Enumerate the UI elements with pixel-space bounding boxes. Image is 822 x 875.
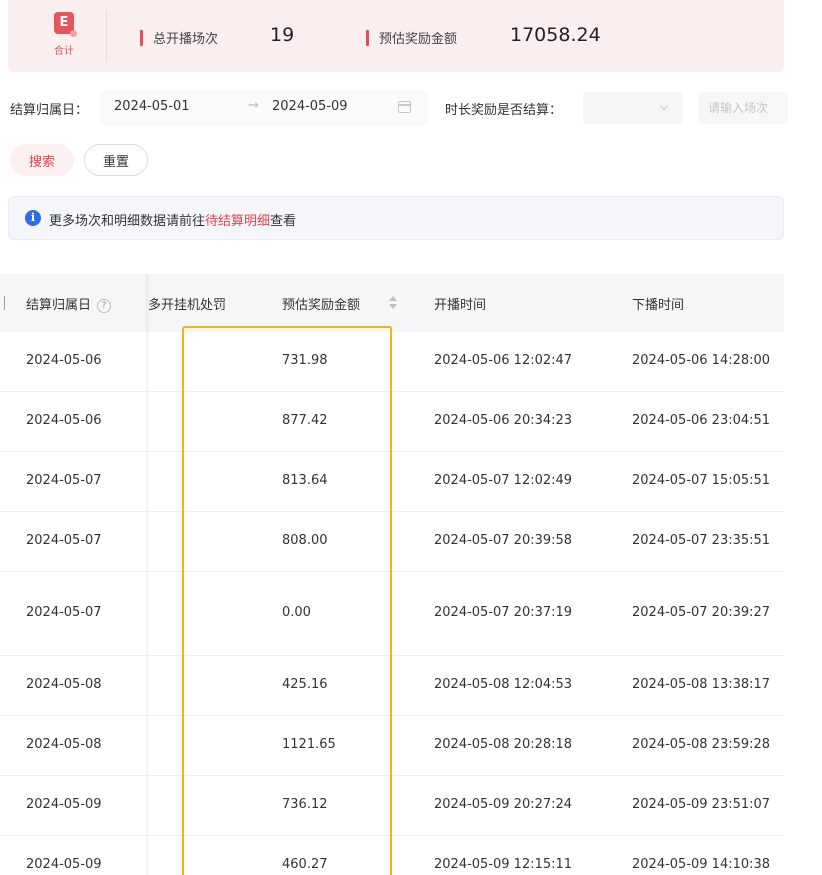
column-header-estimated-reward[interactable]: 预估奖励金额: [282, 294, 360, 313]
cell-start-time: 2024-05-07 12:02:49: [434, 473, 573, 488]
column-resize-handle[interactable]: [4, 296, 5, 310]
total-sessions-label: 总开播场次: [153, 32, 219, 47]
info-notice: i 更多场次和明细数据请前往待结算明细查看: [8, 196, 784, 240]
cell-estimated-reward: 808.00: [282, 533, 328, 548]
cell-end-time: 2024-05-09 14:10:38: [632, 857, 771, 872]
calendar-icon[interactable]: [398, 101, 411, 113]
notice-text-before: 更多场次和明细数据请前往: [49, 214, 206, 229]
search-button[interactable]: 搜索: [10, 144, 74, 176]
table-row: 2024-05-07 0.00 2024-05-07 20:37:19 2024-05…: [0, 572, 784, 656]
report-icon: E: [54, 12, 77, 37]
notice-text-after: 查看: [270, 214, 297, 229]
cell-settlement-date: 2024-05-07: [26, 605, 102, 620]
chevron-down-icon: [659, 101, 669, 111]
cell-end-time: 2024-05-07 23:35:51: [632, 533, 771, 548]
estimated-reward-value: 17058.24: [510, 24, 601, 46]
cell-start-time: 2024-05-06 20:34:23: [434, 413, 573, 428]
cell-start-time: 2024-05-07 20:37:19: [434, 605, 573, 620]
cell-estimated-reward: 731.98: [282, 353, 328, 368]
cell-start-time: 2024-05-08 12:04:53: [434, 677, 573, 692]
table-row: 2024-05-07 813.64 2024-05-07 12:02:49 2024-…: [0, 452, 784, 512]
estimated-reward-label: 预估奖励金额: [379, 32, 458, 47]
total-badge-label: 合计: [54, 46, 74, 57]
cell-end-time: 2024-05-06 23:04:51: [632, 413, 771, 428]
cell-start-time: 2024-05-09 12:15:11: [434, 857, 573, 872]
cell-end-time: 2024-05-07 15:05:51: [632, 473, 771, 488]
help-icon[interactable]: ?: [97, 298, 112, 313]
info-icon: i: [25, 210, 41, 226]
reset-button[interactable]: 重置: [84, 144, 148, 176]
cell-settlement-date: 2024-05-09: [26, 857, 102, 872]
table-row: 2024-05-07 808.00 2024-05-07 20:39:58 2024-…: [0, 512, 784, 572]
cell-settlement-date: 2024-05-09: [26, 797, 102, 812]
table-row: 2024-05-06 877.42 2024-05-06 20:34:23 2024-…: [0, 392, 784, 452]
cell-start-time: 2024-05-09 20:27:24: [434, 797, 573, 812]
cell-start-time: 2024-05-07 20:39:58: [434, 533, 573, 548]
pending-settlement-link[interactable]: 待结算明细: [205, 214, 270, 229]
column-header-start-time: 开播时间: [434, 298, 487, 313]
column-header-label: 结算归属日: [26, 298, 92, 313]
summary-divider: [106, 10, 107, 62]
cell-end-time: 2024-05-06 14:28:00: [632, 353, 771, 368]
cell-settlement-date: 2024-05-08: [26, 737, 102, 752]
column-header-end-time: 下播时间: [632, 298, 685, 313]
cell-estimated-reward: 460.27: [282, 857, 328, 872]
cell-estimated-reward: 736.12: [282, 797, 328, 812]
table-row: 2024-05-08 425.16 2024-05-08 12:04:53 2024-…: [0, 656, 784, 716]
cell-start-time: 2024-05-06 12:02:47: [434, 353, 573, 368]
column-header-settlement-date[interactable]: 结算归属日?: [26, 294, 112, 313]
settlement-date-label: 结算归属日：: [10, 103, 89, 118]
cell-estimated-reward: 1121.65: [282, 737, 336, 752]
duration-settled-select[interactable]: [583, 92, 683, 124]
duration-settled-label: 时长奖励是否结算：: [445, 103, 563, 118]
table-row: 2024-05-09 736.12 2024-05-09 20:27:24 2024-…: [0, 776, 784, 836]
sort-icon[interactable]: [389, 295, 397, 311]
cell-settlement-date: 2024-05-06: [26, 353, 102, 368]
cell-settlement-date: 2024-05-07: [26, 473, 102, 488]
cell-estimated-reward: 0.00: [282, 605, 311, 620]
date-range-picker[interactable]: 2024-05-01 → 2024-05-09: [100, 90, 428, 126]
session-search-input[interactable]: [698, 92, 788, 124]
summary-marker: [366, 30, 369, 46]
cell-end-time: 2024-05-07 20:39:27: [632, 605, 771, 620]
cell-estimated-reward: 813.64: [282, 473, 328, 488]
notice-text: 更多场次和明细数据请前往待结算明细查看: [49, 210, 296, 229]
table-row: 2024-05-06 731.98 2024-05-06 12:02:47 2024-…: [0, 332, 784, 392]
column-header-penalty: 多开挂机处罚: [148, 298, 227, 313]
cell-estimated-reward: 877.42: [282, 413, 328, 428]
total-badge: E 合计: [40, 8, 96, 64]
cell-estimated-reward: 425.16: [282, 677, 328, 692]
cell-settlement-date: 2024-05-08: [26, 677, 102, 692]
cell-end-time: 2024-05-08 13:38:17: [632, 677, 771, 692]
range-arrow-icon: →: [248, 98, 259, 113]
cell-start-time: 2024-05-08 20:28:18: [434, 737, 573, 752]
cell-settlement-date: 2024-05-06: [26, 413, 102, 428]
cell-settlement-date: 2024-05-07: [26, 533, 102, 548]
summary-marker: [140, 30, 143, 46]
table-row: 2024-05-08 1121.65 2024-05-08 20:28:18 2024…: [0, 716, 784, 776]
end-date[interactable]: 2024-05-09: [272, 99, 348, 114]
table-row: 2024-05-09 460.27 2024-05-09 12:15:11 2024-…: [0, 836, 784, 875]
total-sessions-value: 19: [270, 24, 295, 46]
cell-end-time: 2024-05-08 23:59:28: [632, 737, 771, 752]
summary-bar: E 合计 总开播场次 19 预估奖励金额 17058.24: [8, 0, 784, 72]
start-date[interactable]: 2024-05-01: [114, 99, 190, 114]
cell-end-time: 2024-05-09 23:51:07: [632, 797, 771, 812]
table-header: 结算归属日? 多开挂机处罚 预估奖励金额 开播时间 下播时间: [0, 274, 784, 332]
